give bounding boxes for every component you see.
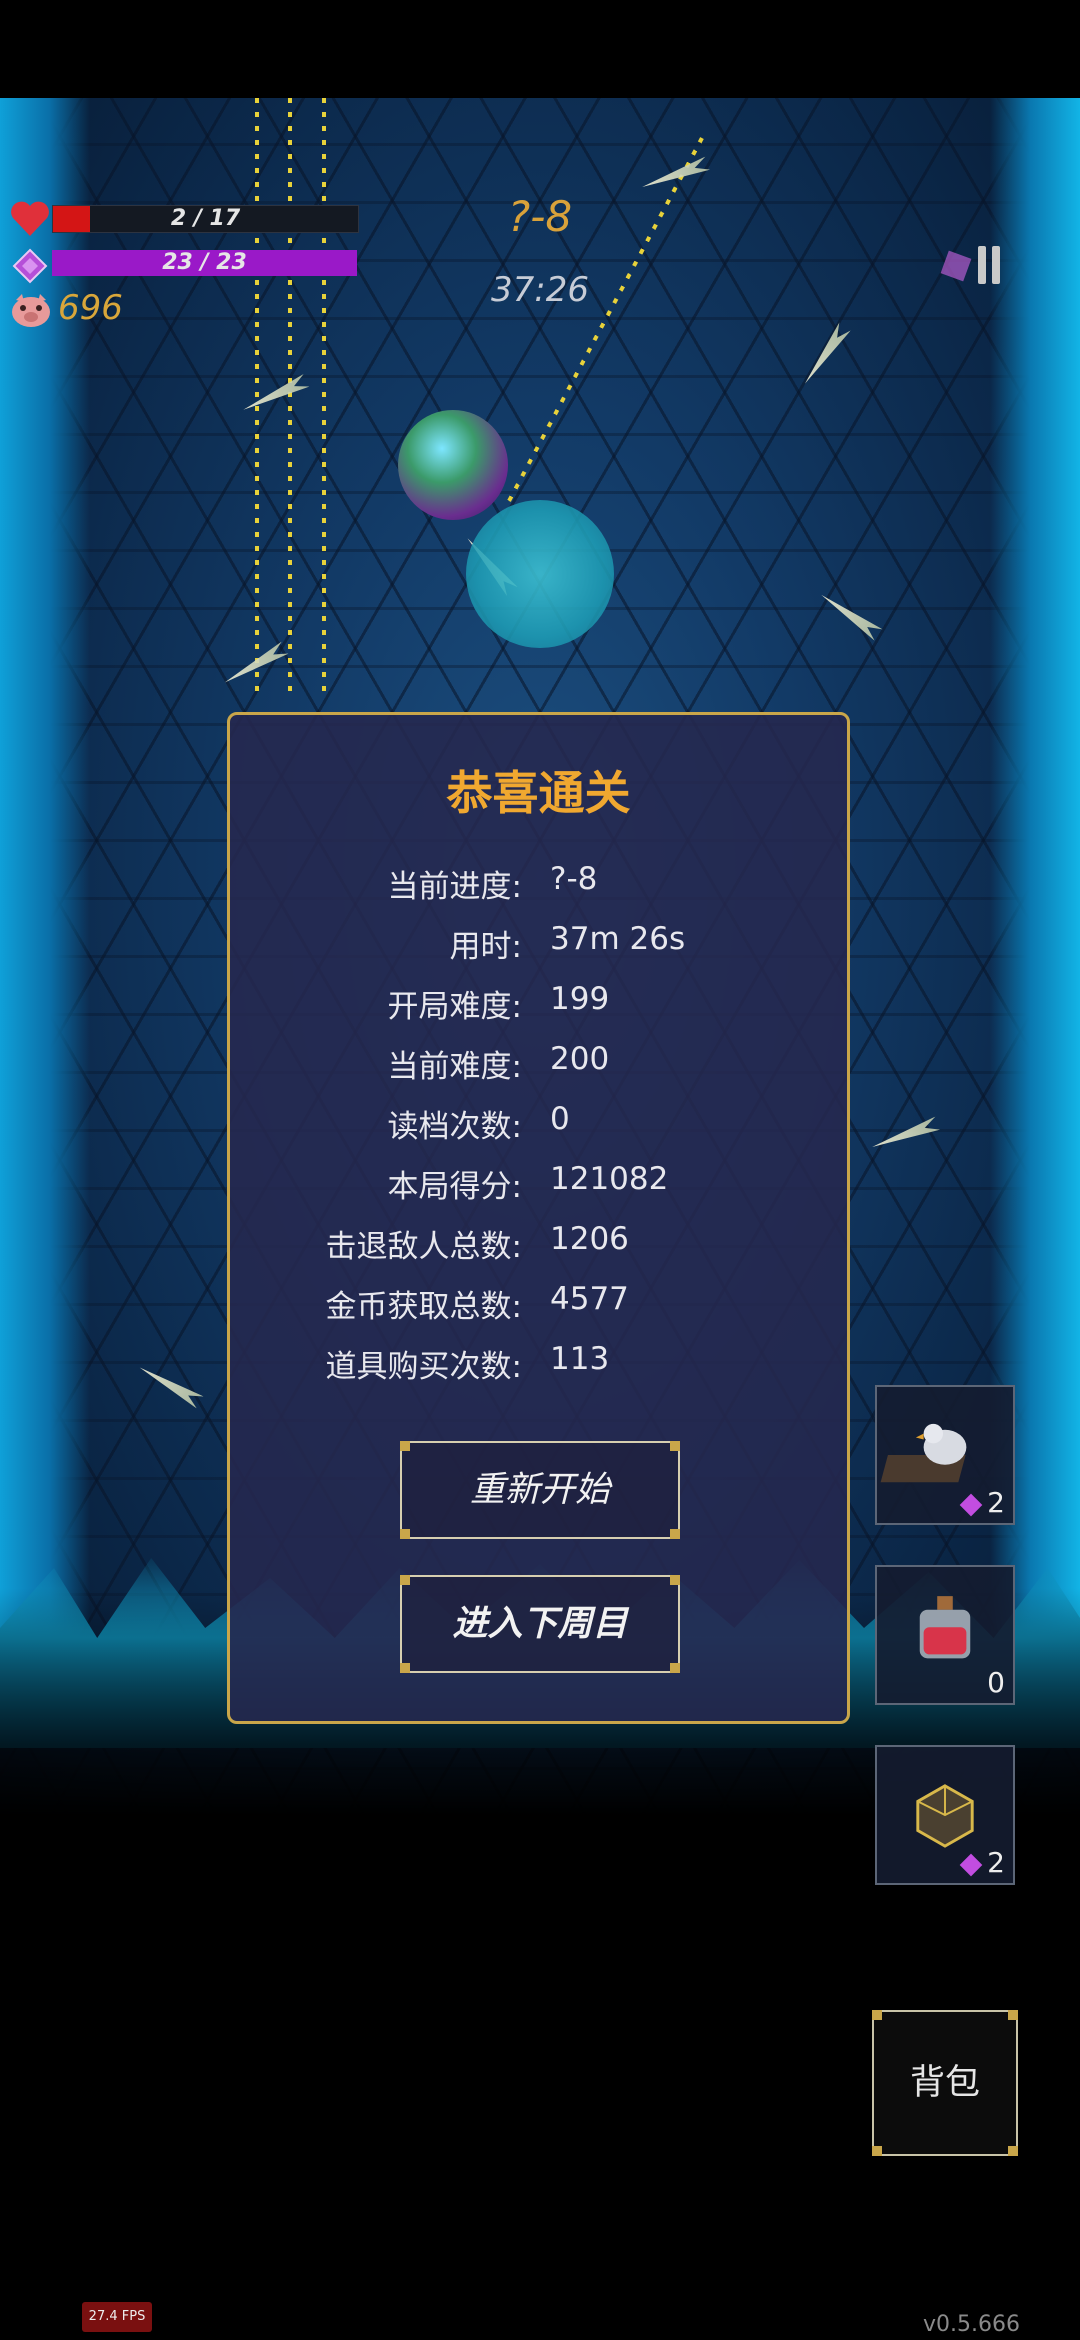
dialog-title: 恭喜通关	[446, 766, 631, 820]
stat-label: 当前难度:	[387, 1049, 522, 1085]
stat-label: 金币获取总数:	[325, 1289, 522, 1325]
bullet-trail	[322, 98, 326, 698]
next-cycle-label: 进入下周目	[452, 1604, 628, 1644]
pause-icon	[992, 246, 1000, 284]
corner-ornament	[670, 1529, 680, 1539]
corner-ornament	[1008, 2146, 1018, 2156]
stat-value: 1206	[550, 1221, 629, 1257]
stat-value: 200	[550, 1041, 610, 1077]
stat-label: 用时:	[449, 929, 522, 965]
backpack-button[interactable]: 背包	[872, 2010, 1018, 2156]
corner-ornament	[400, 1529, 410, 1539]
stat-row: 用时: 37m 26s	[230, 921, 847, 981]
bullet-trail	[288, 98, 292, 698]
bullet-trail	[255, 98, 259, 698]
rainbow-orb	[398, 410, 508, 520]
corner-ornament	[400, 1663, 410, 1673]
pause-button[interactable]	[938, 240, 1008, 300]
corner-ornament	[400, 1441, 410, 1451]
corner-ornament	[670, 1663, 680, 1673]
stat-row: 击退敌人总数: 1206	[230, 1221, 847, 1281]
pause-gem-icon	[940, 250, 972, 282]
stat-value: ?-8	[550, 861, 598, 897]
next-cycle-button[interactable]: 进入下周目	[400, 1575, 680, 1673]
stat-label: 开局难度:	[387, 989, 522, 1025]
stat-row: 当前难度: 200	[230, 1041, 847, 1101]
backpack-label: 背包	[909, 2063, 980, 2103]
stat-row: 金币获取总数: 4577	[230, 1281, 847, 1341]
corner-ornament	[670, 1575, 680, 1585]
item-slot-bird-figure[interactable]: 2	[875, 1385, 1015, 1525]
game-timer: 37:26	[491, 270, 589, 310]
pause-icon	[978, 246, 986, 284]
corner-ornament	[400, 1575, 410, 1585]
corner-ornament	[1008, 2010, 1018, 2020]
stat-row: 读档次数: 0	[230, 1101, 847, 1161]
stat-label: 道具购买次数:	[325, 1349, 522, 1385]
stat-row: 本局得分: 121082	[230, 1161, 847, 1221]
item-count: 2	[987, 1486, 1005, 1519]
stat-value: 4577	[550, 1281, 629, 1317]
fps-counter: 27.4 FPS	[82, 2302, 152, 2332]
stat-value: 0	[550, 1101, 570, 1137]
stat-value: 199	[550, 981, 610, 1017]
stat-value: 37m 26s	[550, 921, 686, 957]
victory-dialog: 恭喜通关 当前进度: ?-8 用时: 37m 26s 开局难度: 199 当前难…	[227, 712, 850, 1724]
corner-ornament	[872, 2010, 882, 2020]
item-slot-icosahedron[interactable]: 2	[875, 1745, 1015, 1885]
stat-label: 读档次数:	[387, 1109, 522, 1145]
crystal-wall-left	[0, 98, 90, 1698]
stats-list: 当前进度: ?-8 用时: 37m 26s 开局难度: 199 当前难度: 20…	[230, 861, 847, 1401]
hex-shield-orb	[466, 500, 614, 648]
stat-label: 击退敌人总数:	[325, 1229, 522, 1265]
stat-label: 当前进度:	[387, 869, 522, 905]
item-count: 0	[987, 1666, 1005, 1699]
corner-ornament	[872, 2146, 882, 2156]
stat-value: 121082	[550, 1161, 669, 1197]
stage-label: ?-8	[507, 192, 573, 241]
item-slot-red-potion[interactable]: 0	[875, 1565, 1015, 1705]
corner-ornament	[670, 1441, 680, 1451]
stat-label: 本局得分:	[387, 1169, 522, 1205]
stat-row: 道具购买次数: 113	[230, 1341, 847, 1401]
item-count: 2	[987, 1846, 1005, 1879]
restart-button[interactable]: 重新开始	[400, 1441, 680, 1539]
version-label: v0.5.666	[923, 2312, 1020, 2337]
stat-value: 113	[550, 1341, 610, 1377]
stat-row: 当前进度: ?-8	[230, 861, 847, 921]
restart-label: 重新开始	[469, 1470, 610, 1510]
stat-row: 开局难度: 199	[230, 981, 847, 1041]
